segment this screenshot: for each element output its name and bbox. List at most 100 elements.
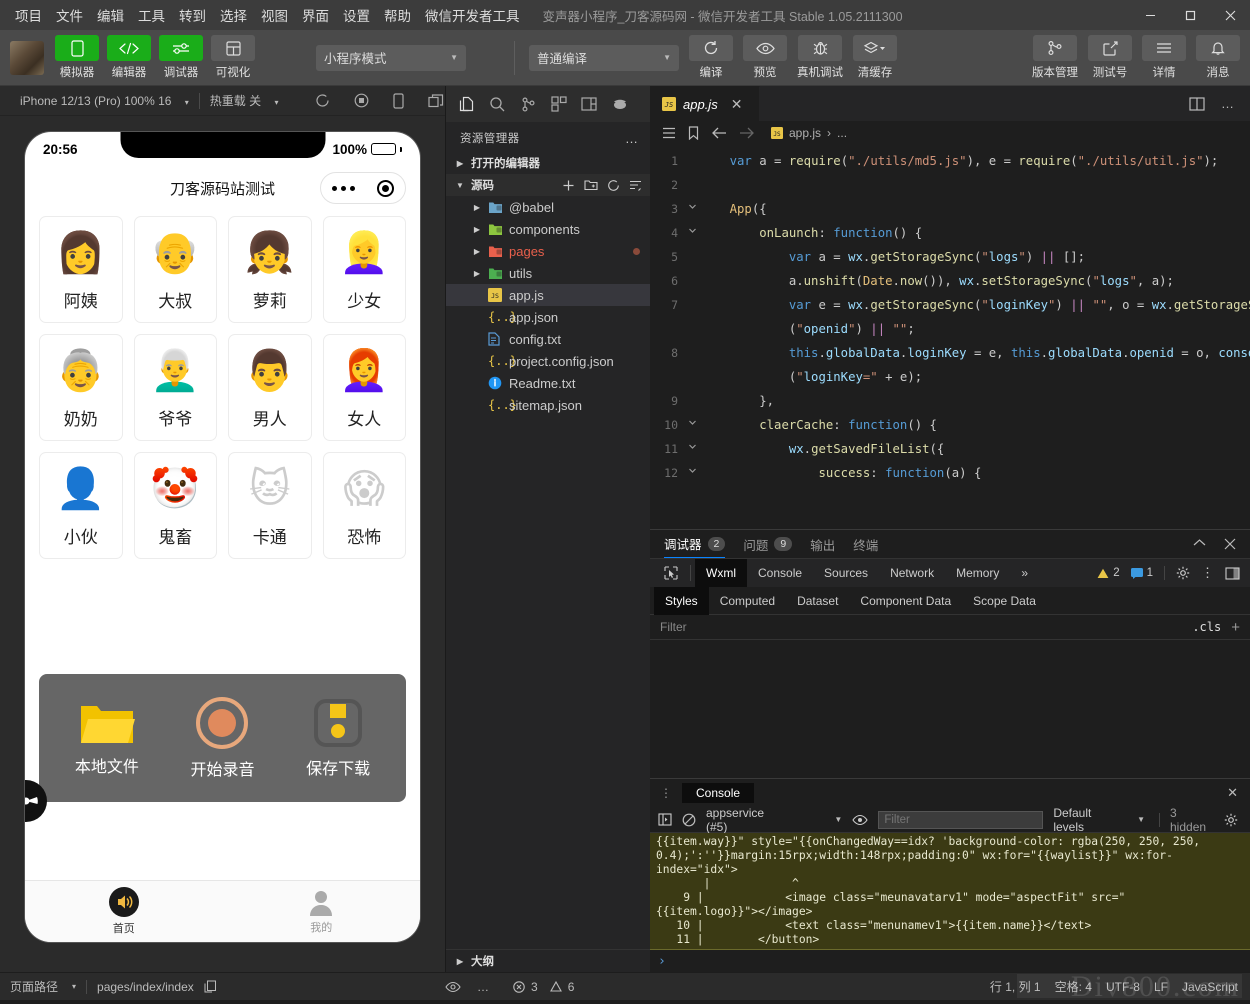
console-sidebar-icon[interactable] <box>658 813 672 826</box>
wechat-capsule[interactable] <box>320 172 406 204</box>
maximize-button[interactable] <box>1170 0 1210 30</box>
fold-toggle[interactable] <box>684 149 700 173</box>
fold-toggle[interactable] <box>684 461 700 485</box>
debugger-tab-终端[interactable]: 终端 <box>853 530 878 558</box>
voice-cell[interactable]: 👵 奶奶 <box>39 334 123 441</box>
voice-cell[interactable]: 👨 男人 <box>228 334 312 441</box>
tree-item--babel[interactable]: ▶ @babel <box>446 196 650 218</box>
problems-indicator[interactable]: 3 6 <box>513 980 574 994</box>
console-prompt[interactable]: › <box>650 950 1250 972</box>
compile-select[interactable]: 普通编译 ▼ <box>529 44 679 71</box>
message-indicator[interactable]: 1 <box>1130 567 1153 579</box>
phone-tab-home[interactable]: 首页 <box>25 881 223 942</box>
debugger-tab-问题[interactable]: 问题 9 <box>743 530 793 558</box>
console-context-select[interactable]: appservice (#5) ▼ <box>706 806 842 834</box>
refresh-icon[interactable] <box>315 93 330 108</box>
files-icon[interactable] <box>458 96 475 113</box>
hotreload-select[interactable]: 热重载 关 ▾ <box>200 92 289 109</box>
split-editor-icon[interactable] <box>1189 96 1205 111</box>
menu-item-3[interactable]: 工具 <box>131 2 172 28</box>
menu-item-6[interactable]: 视图 <box>254 2 295 28</box>
styles-tab-styles[interactable]: Styles <box>654 586 709 615</box>
voice-cell[interactable]: 😱 恐怖 <box>322 452 406 559</box>
menu-item-7[interactable]: 界面 <box>295 2 336 28</box>
devtools-tab-network[interactable]: Network <box>879 559 945 588</box>
more-actions-icon[interactable]: … <box>1221 96 1236 111</box>
tree-item-utils[interactable]: ▶ utils <box>446 262 650 284</box>
forward-arrow-icon[interactable] <box>739 127 755 139</box>
styles-tab-component-data[interactable]: Component Data <box>849 587 962 615</box>
console-filter-input[interactable] <box>878 810 1044 829</box>
debug-icon[interactable] <box>611 97 629 111</box>
encoding-setting[interactable]: UTF-8 <box>1106 980 1140 994</box>
menu-item-10[interactable]: 微信开发者工具 <box>418 2 527 28</box>
messages-button[interactable]: 消息 <box>1196 35 1240 80</box>
new-folder-icon[interactable] <box>584 179 598 191</box>
cls-button[interactable]: .cls <box>1192 620 1221 634</box>
clear-cache-button[interactable]: 清缓存 <box>853 35 897 80</box>
minimize-button[interactable] <box>1130 0 1170 30</box>
close-icon[interactable]: ✕ <box>731 96 743 113</box>
menu-item-2[interactable]: 编辑 <box>90 2 131 28</box>
test-account-button[interactable]: 测试号 <box>1088 35 1132 80</box>
bookmark-icon[interactable] <box>688 126 699 140</box>
close-target-icon[interactable] <box>377 179 394 197</box>
toggle-simulator[interactable]: 模拟器 <box>54 35 100 80</box>
close-button[interactable] <box>1210 0 1250 30</box>
toggle-visualization[interactable]: 可视化 <box>210 35 256 80</box>
fold-toggle[interactable] <box>684 317 700 341</box>
tree-item-config-txt[interactable]: config.txt <box>446 328 650 350</box>
breadcrumb-tail[interactable]: ... <box>837 126 847 140</box>
fold-toggle[interactable] <box>684 293 700 317</box>
console-tab[interactable]: Console <box>682 783 755 803</box>
devtools-tab-memory[interactable]: Memory <box>945 559 1010 588</box>
outline-row[interactable]: ▶ 大纲 <box>446 950 650 972</box>
devtools-tab-wxml[interactable]: Wxml <box>695 558 747 588</box>
language-mode[interactable]: JavaScript <box>1182 980 1238 994</box>
settings-gear-icon[interactable] <box>1224 813 1242 827</box>
record-stop-icon[interactable] <box>354 93 369 108</box>
fold-toggle[interactable] <box>684 389 700 413</box>
device-rotate-icon[interactable] <box>392 92 404 109</box>
eol-setting[interactable]: LF <box>1154 980 1168 994</box>
close-icon[interactable] <box>1224 538 1236 550</box>
styles-tab-scope-data[interactable]: Scope Data <box>962 587 1047 615</box>
new-file-icon[interactable] <box>562 179 575 192</box>
cursor-position[interactable]: 行 1, 列 1 <box>990 978 1041 995</box>
search-icon[interactable] <box>489 96 506 113</box>
warning-indicator[interactable]: 2 <box>1097 567 1120 579</box>
open-editors-section[interactable]: ▶ 打开的编辑器 <box>446 152 650 174</box>
tree-item-project-config-json[interactable]: {..} project.config.json <box>446 350 650 372</box>
voice-cell[interactable]: 🤡 鬼畜 <box>133 452 217 559</box>
version-control-button[interactable]: 版本管理 <box>1032 35 1078 80</box>
debugger-tab-调试器[interactable]: 调试器 2 <box>664 530 726 558</box>
voice-cell[interactable]: 👤 小伙 <box>39 452 123 559</box>
breadcrumb-file[interactable]: app.js <box>789 126 821 140</box>
fold-toggle[interactable] <box>684 197 700 221</box>
fold-toggle[interactable] <box>684 437 700 461</box>
source-section[interactable]: ▼ 源码 <box>446 174 650 196</box>
page-path-select[interactable]: 页面路径 ▾ <box>10 978 76 995</box>
fold-toggle[interactable] <box>684 341 700 365</box>
device-debug-button[interactable]: 真机调试 <box>797 35 843 80</box>
code-area[interactable]: 1 var a = require("./utils/md5.js"), e =… <box>650 145 1250 529</box>
voice-cell[interactable]: 👩‍🦰 女人 <box>322 334 406 441</box>
styles-tab-computed[interactable]: Computed <box>709 587 786 615</box>
voice-cell[interactable]: 👴 大叔 <box>133 216 217 323</box>
outline-list-icon[interactable] <box>662 127 676 139</box>
tree-item-components[interactable]: ▶ components <box>446 218 650 240</box>
tree-item-sitemap-json[interactable]: {..} sitemap.json <box>446 394 650 416</box>
tree-item-pages[interactable]: ▶ pages <box>446 240 650 262</box>
copy-icon[interactable] <box>204 980 216 993</box>
source-control-icon[interactable] <box>520 96 537 113</box>
more-vertical-icon[interactable]: ⋮ <box>1201 566 1214 579</box>
voice-cell[interactable]: 👨‍🦳 爷爷 <box>133 334 217 441</box>
more-icon[interactable]: … <box>477 980 491 994</box>
add-rule-button[interactable]: + <box>1231 619 1240 636</box>
compile-button[interactable]: 编译 <box>689 35 733 80</box>
fold-toggle[interactable] <box>684 173 700 197</box>
editor-tab-appjs[interactable]: JS app.js ✕ <box>650 86 760 121</box>
more-dots-icon[interactable] <box>332 185 355 191</box>
toggle-editor[interactable]: 编辑器 <box>106 35 152 80</box>
close-icon[interactable]: ✕ <box>1227 785 1250 801</box>
